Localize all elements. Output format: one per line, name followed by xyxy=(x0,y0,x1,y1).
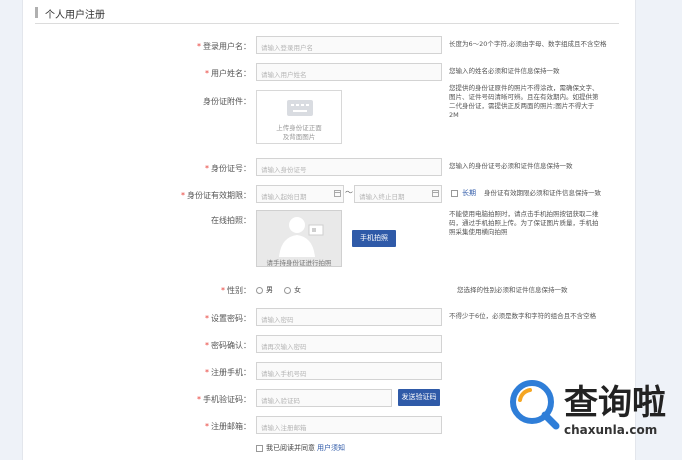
sms-code-input[interactable]: 请输入验证码 xyxy=(256,389,392,407)
username-hint: 长度为6～20个字符,必须由字母、数字组成且不含空格 xyxy=(449,40,607,48)
photo-hint-3: 照采集使用横向拍照 xyxy=(449,228,508,236)
username-label: * 登录用户名： xyxy=(197,42,251,51)
idattach-hint-1: 您提供的身份证原件的照片不得涂改，需确保文字、 xyxy=(449,84,599,92)
idnumber-label: * 身份证号： xyxy=(205,164,251,173)
realname-label: * 用户姓名： xyxy=(205,69,251,78)
idattach-hint-4: 2M xyxy=(449,111,459,119)
gender-female-radio[interactable] xyxy=(284,287,291,294)
photo-capture-box[interactable]: 请手持身份证进行拍照 xyxy=(256,210,342,267)
validity-start-input[interactable]: 请输入起始日期 xyxy=(256,185,344,203)
calendar-icon[interactable] xyxy=(334,190,341,197)
longterm-checkbox[interactable] xyxy=(451,190,458,197)
person-holding-id-icon xyxy=(279,217,324,257)
idattach-hint-3: 二代身份证，需提供正反两面的照片;图片不得大于 xyxy=(449,102,595,110)
validity-label: * 身份证有效期限： xyxy=(181,191,251,200)
confirm-label: * 密码确认： xyxy=(205,341,251,350)
user-notice-link[interactable]: 用户须知 xyxy=(317,443,345,453)
phone-label: * 注册手机： xyxy=(205,368,251,377)
gender-hint: 您选择的性别必须和证件信息保持一致 xyxy=(457,286,568,294)
validity-end-input[interactable]: 请输入终止日期 xyxy=(354,185,442,203)
idattach-hint-2: 图片、证件号码清晰可辨。且在有效期内。如提供第 xyxy=(449,93,599,101)
idnumber-input[interactable]: 请输入身份证号 xyxy=(256,158,442,176)
realname-hint: 您输入的姓名必须和证件信息保持一致 xyxy=(449,67,560,75)
section-header: 个人用户注册 xyxy=(35,3,619,24)
idattach-label: 身份证附件： xyxy=(203,97,251,106)
date-separator: ～ xyxy=(345,188,353,197)
gender-male-radio[interactable] xyxy=(256,287,263,294)
id-card-icon xyxy=(287,100,313,116)
agree-text: 我已阅读并同意 xyxy=(266,444,315,452)
gender-female-label[interactable]: 女 xyxy=(294,285,301,295)
password-hint: 不得少于6位，必须是数字和字符的组合且不含空格 xyxy=(449,312,597,320)
photo-hint-1: 不能使用电脑拍照时，请点击手机拍照按钮获取二维 xyxy=(449,210,599,218)
gender-label: * 性别： xyxy=(221,286,251,295)
page-title: 个人用户注册 xyxy=(45,10,105,21)
upload-text-2: 及背面图片 xyxy=(282,133,316,141)
email-label: * 注册邮箱： xyxy=(205,422,251,431)
send-code-button[interactable]: 发送验证码 xyxy=(398,389,440,406)
password-input[interactable]: 请输入密码 xyxy=(256,308,442,326)
username-input[interactable]: 请输入登录用户名 xyxy=(256,36,442,54)
confirm-password-input[interactable]: 请再次输入密码 xyxy=(256,335,442,353)
header-accent-bar xyxy=(35,7,38,18)
id-upload-box[interactable]: 上传身份证正面 及背面图片 xyxy=(256,90,342,144)
email-input[interactable]: 请输入注册邮箱 xyxy=(256,416,442,434)
realname-input[interactable]: 请输入用户姓名 xyxy=(256,63,442,81)
watermark-title: 查询啦 xyxy=(564,383,666,423)
longterm-label[interactable]: 长期 xyxy=(462,188,476,198)
calendar-icon[interactable] xyxy=(432,190,439,197)
gender-male-label[interactable]: 男 xyxy=(266,285,273,295)
watermark-url: chaxunla.com xyxy=(564,423,658,437)
idnumber-hint: 您输入的身份证号必须和证件信息保持一致 xyxy=(449,162,573,170)
mobile-photo-button[interactable]: 手机拍照 xyxy=(352,230,396,247)
watermark: 查询啦 chaxunla.com xyxy=(508,375,678,445)
phone-input[interactable]: 请输入手机号码 xyxy=(256,362,442,380)
agree-checkbox[interactable] xyxy=(256,445,263,452)
photo-label: 在线拍照： xyxy=(211,216,251,225)
validity-hint: 身份证有效期限必须和证件信息保持一致 xyxy=(484,189,601,197)
code-label: * 手机验证码： xyxy=(197,395,251,404)
password-label: * 设置密码： xyxy=(205,314,251,323)
photo-caption: 请手持身份证进行拍照 xyxy=(266,259,332,267)
required-star: * xyxy=(197,42,201,51)
magnifier-logo-icon xyxy=(510,380,560,430)
photo-hint-2: 码，通过手机拍照上传。为了保证图片质量，手机拍 xyxy=(449,219,599,227)
